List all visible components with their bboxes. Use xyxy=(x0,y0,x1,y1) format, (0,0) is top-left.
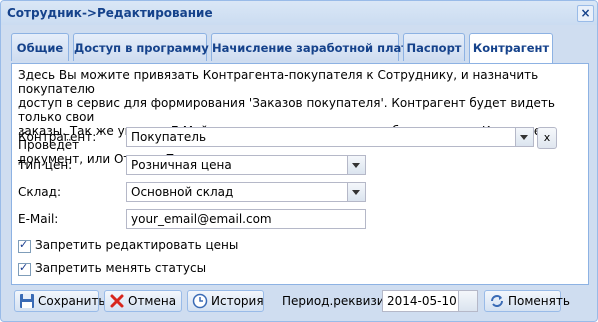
price-type-value: Розничная цена xyxy=(131,158,232,172)
tab-counterparty[interactable]: Контрагент xyxy=(469,33,553,63)
description-line: доступ в сервис для формирования 'Заказо… xyxy=(18,96,555,124)
counterparty-select[interactable]: Покупатель xyxy=(126,127,534,147)
save-button-label: Сохранить xyxy=(38,294,106,308)
chevron-down-icon[interactable] xyxy=(515,128,533,146)
chevron-down-icon[interactable] xyxy=(347,156,365,174)
calendar-icon[interactable] xyxy=(458,291,477,311)
clock-icon xyxy=(192,293,208,309)
period-date-field[interactable]: 2014-05-10 xyxy=(382,290,478,312)
no-change-status-checkbox[interactable] xyxy=(18,261,31,276)
history-button[interactable]: История xyxy=(187,290,264,312)
tab-passport[interactable]: Паспорт xyxy=(403,33,465,61)
checkbox-label: Запретить менять статусы xyxy=(35,261,207,275)
cancel-button-label: Отмена xyxy=(128,294,177,308)
price-type-label: Тип цен: xyxy=(18,158,73,172)
warehouse-label: Склад: xyxy=(18,185,61,199)
price-type-select[interactable]: Розничная цена xyxy=(126,155,366,175)
floppy-disk-icon xyxy=(20,294,34,308)
no-edit-prices-checkbox[interactable] xyxy=(18,238,31,253)
counterparty-panel: Здесь Вы можите привязать Контрагента-по… xyxy=(11,63,589,285)
clear-counterparty-button[interactable]: x xyxy=(537,127,557,149)
panel-description: Здесь Вы можите привязать Контрагента-по… xyxy=(18,68,584,166)
chevron-down-icon[interactable] xyxy=(347,183,365,201)
close-icon: × xyxy=(580,6,591,20)
counterparty-value: Покупатель xyxy=(131,130,207,144)
history-button-label: История xyxy=(211,294,264,308)
description-line: Здесь Вы можите привязать Контрагента-по… xyxy=(18,68,539,96)
save-button[interactable]: Сохранить xyxy=(14,290,106,312)
tab-salary[interactable]: Начисление заработной платы xyxy=(211,33,418,61)
change-button[interactable]: Поменять xyxy=(484,290,570,312)
refresh-icon xyxy=(491,295,503,307)
window-title: Сотрудник->Редактирование xyxy=(7,6,213,20)
period-date-value: 2014-05-10 xyxy=(387,294,457,308)
window-titlebar[interactable]: Сотрудник->Редактирование × xyxy=(1,1,597,25)
cancel-x-icon xyxy=(110,294,124,308)
warehouse-value: Основной склад xyxy=(131,185,234,199)
tab-program-access[interactable]: Доступ в программу xyxy=(73,33,209,61)
tab-strip: Общие Доступ в программу Начисление зара… xyxy=(7,27,591,63)
checkbox-label: Запретить редактировать цены xyxy=(35,238,239,252)
close-button[interactable]: × xyxy=(577,5,594,22)
tab-general[interactable]: Общие xyxy=(11,33,69,61)
window-footer: Сохранить Отмена История Период.реквизит… xyxy=(1,285,597,321)
change-button-label: Поменять xyxy=(508,294,570,308)
email-field[interactable]: your_email@email.com xyxy=(126,209,366,229)
warehouse-select[interactable]: Основной склад xyxy=(126,182,366,202)
cancel-button[interactable]: Отмена xyxy=(104,290,182,312)
employee-edit-window: Сотрудник->Редактирование × Общие Доступ… xyxy=(0,0,598,322)
email-label: E-Mail: xyxy=(18,212,59,226)
counterparty-label: Контрагент: xyxy=(18,130,97,144)
